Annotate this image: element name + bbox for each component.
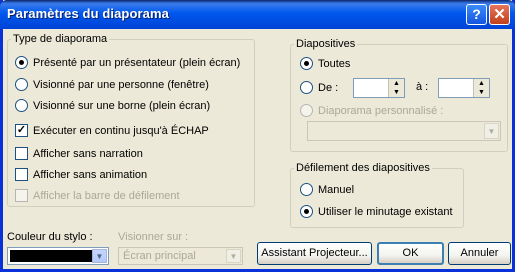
- chevron-down-icon[interactable]: ▼: [92, 249, 107, 263]
- radio-individual-button[interactable]: [15, 78, 28, 91]
- radio-custom-show-label: Diaporama personnalisé :: [318, 105, 444, 117]
- radio-all-slides-button[interactable]: [300, 57, 313, 70]
- checkbox-no-narration-box[interactable]: [15, 147, 28, 160]
- to-label: à :: [416, 81, 429, 93]
- radio-custom-show-button: [300, 104, 313, 117]
- checkbox-no-animation-label: Afficher sans animation: [33, 169, 148, 181]
- to-slide-spinner[interactable]: ▲ ▼: [438, 78, 490, 98]
- radio-timings-button[interactable]: [300, 205, 313, 218]
- checkbox-scrollbar-label: Afficher la barre de défilement: [33, 190, 180, 202]
- ok-button[interactable]: OK: [377, 242, 444, 265]
- checkbox-loop-label: Exécuter en continu jusqu'à ÉCHAP: [33, 125, 209, 137]
- radio-manual-label: Manuel: [318, 184, 355, 196]
- slides-legend: Diapositives: [296, 38, 356, 50]
- radio-manual-button[interactable]: [300, 183, 313, 196]
- from-slide-spinner[interactable]: ▲ ▼: [353, 78, 405, 98]
- monitor-label: Visionner sur :: [118, 231, 189, 243]
- pen-color-select[interactable]: ▼: [7, 247, 109, 265]
- monitor-value: Écran principal: [123, 250, 196, 262]
- radio-all-slides-label: Toutes: [318, 58, 351, 70]
- checkbox-loop-box[interactable]: ✓: [15, 124, 28, 137]
- radio-kiosk-label: Visionné sur une borne (plein écran): [33, 100, 211, 112]
- close-icon[interactable]: ✕: [489, 4, 510, 25]
- checkbox-no-narration-label: Afficher sans narration: [33, 148, 143, 160]
- pen-color-label: Couleur du stylo :: [7, 231, 93, 243]
- custom-show-select: ▼: [307, 121, 501, 141]
- radio-kiosk-button[interactable]: [15, 99, 28, 112]
- show-type-legend: Type de diaporama: [13, 33, 108, 45]
- radio-from-slides-button[interactable]: [300, 81, 313, 94]
- monitor-select: Écran principal ▼: [118, 247, 243, 265]
- chevron-down-icon: ▼: [226, 249, 241, 263]
- spin-down-icon[interactable]: ▼: [389, 88, 404, 97]
- radio-presenter-button[interactable]: [15, 56, 28, 69]
- title-bar[interactable]: Paramètres du diaporama ? ✕: [0, 0, 515, 29]
- chevron-down-icon: ▼: [484, 123, 499, 139]
- spin-up-icon[interactable]: ▲: [474, 79, 489, 88]
- radio-timings-label: Utiliser le minutage existant: [318, 206, 453, 218]
- from-slide-arrows[interactable]: ▲ ▼: [388, 79, 404, 97]
- settings-dialog: Paramètres du diaporama ? ✕ Type de diap…: [0, 0, 515, 272]
- radio-individual-label: Visionné par une personne (fenêtre): [33, 79, 209, 91]
- advance-legend: Défilement des diapositives: [296, 162, 430, 174]
- help-icon[interactable]: ?: [466, 4, 487, 25]
- to-slide-arrows[interactable]: ▲ ▼: [473, 79, 489, 97]
- checkbox-scrollbar-box: [15, 189, 28, 202]
- pen-color-swatch: [10, 250, 92, 262]
- radio-presenter-label: Présenté par un présentateur (plein écra…: [33, 57, 241, 69]
- projector-wizard-button[interactable]: Assistant Projecteur...: [257, 242, 372, 265]
- radio-from-label: De :: [318, 82, 339, 94]
- dialog-title: Paramètres du diaporama: [7, 6, 169, 21]
- spin-up-icon[interactable]: ▲: [389, 79, 404, 88]
- cancel-button[interactable]: Annuler: [448, 242, 511, 265]
- checkbox-no-animation-box[interactable]: [15, 168, 28, 181]
- spin-down-icon[interactable]: ▼: [474, 88, 489, 97]
